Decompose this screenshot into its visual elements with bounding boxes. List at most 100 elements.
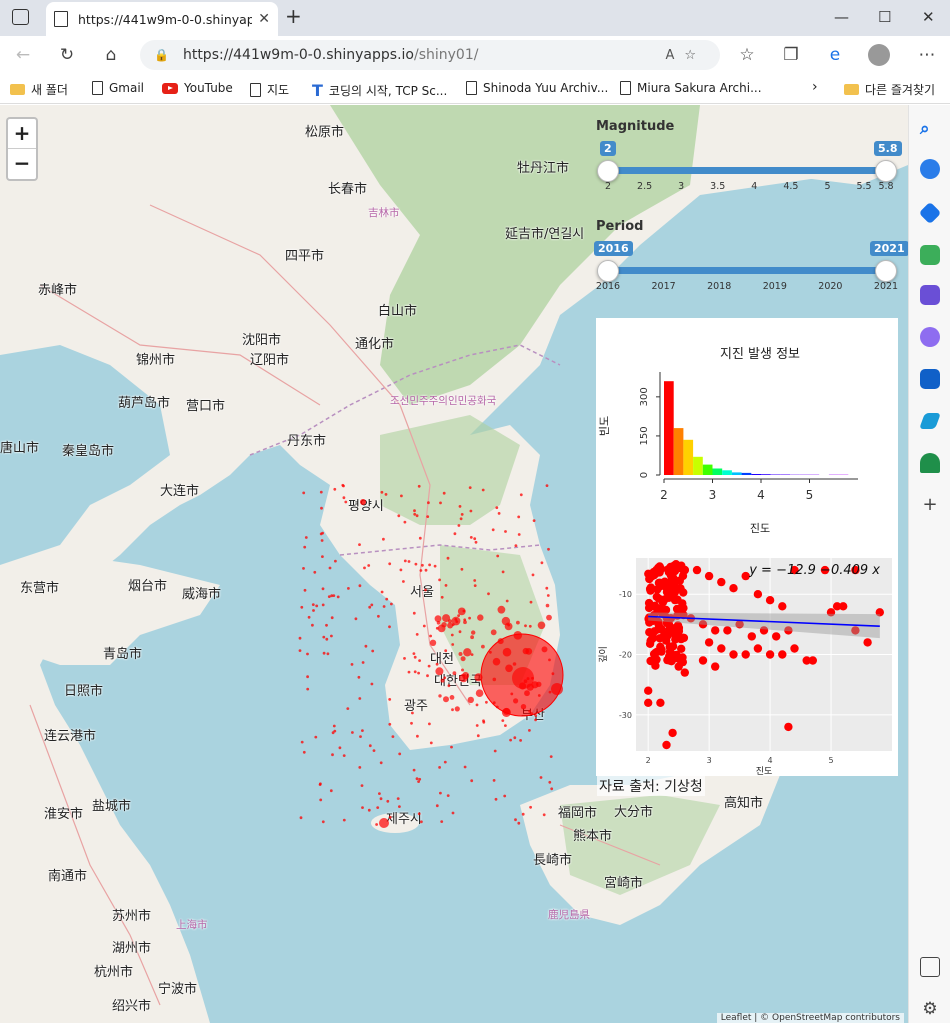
period-track[interactable] <box>608 267 886 274</box>
slider-tick-label: 2019 <box>762 281 787 292</box>
quake-marker <box>463 648 472 657</box>
copilot-icon[interactable] <box>920 327 940 347</box>
hide-sidebar-icon[interactable] <box>920 957 940 977</box>
quake-marker <box>460 513 464 516</box>
shopping-icon[interactable] <box>918 201 942 225</box>
magnitude-track[interactable] <box>608 167 886 174</box>
outlook-icon[interactable] <box>920 369 940 389</box>
quake-marker <box>433 564 437 568</box>
lock-icon: 🔒 <box>154 48 169 62</box>
quake-marker <box>491 528 495 532</box>
slider-tick-label: 2021 <box>873 281 899 292</box>
settings-gear-icon[interactable]: ⚙ <box>920 999 940 1019</box>
leaflet-map[interactable]: 松原市 牡丹江市 长春市 吉林市 延吉市/연길시 四平市 沈阳市 辽阳市 通化市 白山市 丹东市 조선… <box>0 105 908 1023</box>
bookmark-youtube[interactable]: YouTube <box>162 81 233 95</box>
favorites-icon[interactable]: ☆ <box>736 44 758 66</box>
histogram-bar <box>731 472 742 475</box>
scatter-point <box>679 633 689 643</box>
maximize-icon[interactable]: ☐ <box>878 8 891 26</box>
bookmark-other[interactable]: 다른 즐겨찾기 <box>844 81 935 98</box>
magnitude-lo-handle[interactable] <box>597 160 619 182</box>
search-icon[interactable]: ⌕ <box>920 119 940 139</box>
scatter-point <box>656 698 665 707</box>
bookmark-map[interactable]: 지도 <box>250 81 289 98</box>
quake-marker <box>403 520 407 524</box>
edge-icon[interactable]: e <box>824 44 846 66</box>
y-tick-label: -10 <box>619 590 632 599</box>
quake-marker <box>451 708 454 712</box>
close-window-icon[interactable]: ✕ <box>922 8 935 26</box>
quake-marker <box>548 780 552 784</box>
read-aloud-icon[interactable]: A☆ <box>665 48 706 63</box>
profile-avatar[interactable] <box>868 44 890 66</box>
telegram-icon[interactable] <box>919 413 941 429</box>
quake-marker <box>298 636 302 640</box>
magnitude-histogram: 지진 발생 정보 0 150 300 2 3 4 5 진도 빈도 <box>598 347 858 535</box>
scatter-point <box>717 577 726 587</box>
quake-marker <box>497 605 506 614</box>
period-lo-handle[interactable] <box>597 260 619 282</box>
quake-marker <box>407 560 411 563</box>
tools-icon[interactable] <box>920 245 940 265</box>
quake-marker <box>451 616 461 626</box>
scatter-point <box>765 650 775 659</box>
games-icon[interactable] <box>920 285 940 305</box>
folder-icon <box>844 84 859 95</box>
bing-icon[interactable] <box>920 159 940 179</box>
quake-marker <box>318 783 322 786</box>
home-icon[interactable]: ⌂ <box>100 44 122 66</box>
bookmark-tcp[interactable]: T 코딩의 시작, TCP Sc... <box>312 81 447 100</box>
quake-marker <box>415 514 419 518</box>
refresh-icon[interactable]: ↻ <box>56 44 78 66</box>
collections-icon[interactable]: ❐ <box>780 44 802 66</box>
chart-panel: 지진 발생 정보 0 150 300 2 3 4 5 진도 빈도 y = −12.9 −0.409… <box>596 318 898 776</box>
period-hi-handle[interactable] <box>875 260 897 282</box>
close-tab-icon[interactable]: ✕ <box>258 11 270 27</box>
scatter-point <box>839 602 848 611</box>
scatter-point <box>729 584 738 593</box>
scatter-point <box>646 583 656 592</box>
bookmark-folder[interactable]: 새 폴더 <box>10 81 68 98</box>
quake-marker <box>426 515 430 518</box>
quake-marker <box>342 496 346 500</box>
tab-actions-icon[interactable] <box>12 9 29 25</box>
scatter-point <box>644 686 653 695</box>
quake-marker <box>457 607 466 616</box>
bookmark-miura[interactable]: Miura Sakura Archi... <box>620 81 762 95</box>
back-icon[interactable]: ← <box>12 44 34 66</box>
bookmark-gmail[interactable]: Gmail <box>92 81 144 95</box>
y-tick-label: 0 <box>639 472 650 478</box>
map-attribution[interactable]: Leaflet | © OpenStreetMap contributors <box>716 1013 904 1023</box>
bookmark-shinoda[interactable]: Shinoda Yuu Archiv... <box>466 81 608 95</box>
quake-marker <box>303 588 307 592</box>
quake-marker <box>338 746 342 750</box>
quake-marker <box>426 674 429 678</box>
zoom-out-button[interactable]: − <box>8 149 36 179</box>
quake-marker <box>458 505 462 508</box>
magnitude-hi-handle[interactable] <box>875 160 897 182</box>
y-axis-label: 깊이 <box>597 646 609 663</box>
more-icon[interactable]: ⋯ <box>916 44 938 66</box>
scatter-point <box>660 595 669 604</box>
new-tab-icon[interactable]: + <box>285 4 302 28</box>
quake-marker <box>311 603 315 606</box>
slider-tick-label: 3.5 <box>710 181 726 192</box>
chevron-right-icon[interactable]: › <box>812 79 818 95</box>
quake-marker <box>497 512 501 515</box>
zoom-in-button[interactable]: + <box>8 119 36 149</box>
quake-marker <box>418 536 422 540</box>
quake-marker <box>347 587 350 590</box>
quake-marker <box>468 616 471 620</box>
scatter-point <box>698 656 708 665</box>
quake-marker <box>517 515 521 519</box>
quake-marker <box>410 721 413 725</box>
quake-marker <box>303 545 307 549</box>
quake-marker <box>358 697 362 700</box>
add-icon[interactable]: + <box>920 495 940 515</box>
minimize-icon[interactable]: — <box>834 8 849 26</box>
scatter-point <box>668 728 677 738</box>
tree-icon[interactable] <box>920 453 940 473</box>
browser-tab[interactable]: https://441w9m-0-0.shinyapps.i ✕ <box>46 2 278 36</box>
quake-marker <box>458 630 462 634</box>
url-bar[interactable]: 🔒 https://441w9m-0-0.shinyapps.io/shiny0… <box>140 40 720 70</box>
